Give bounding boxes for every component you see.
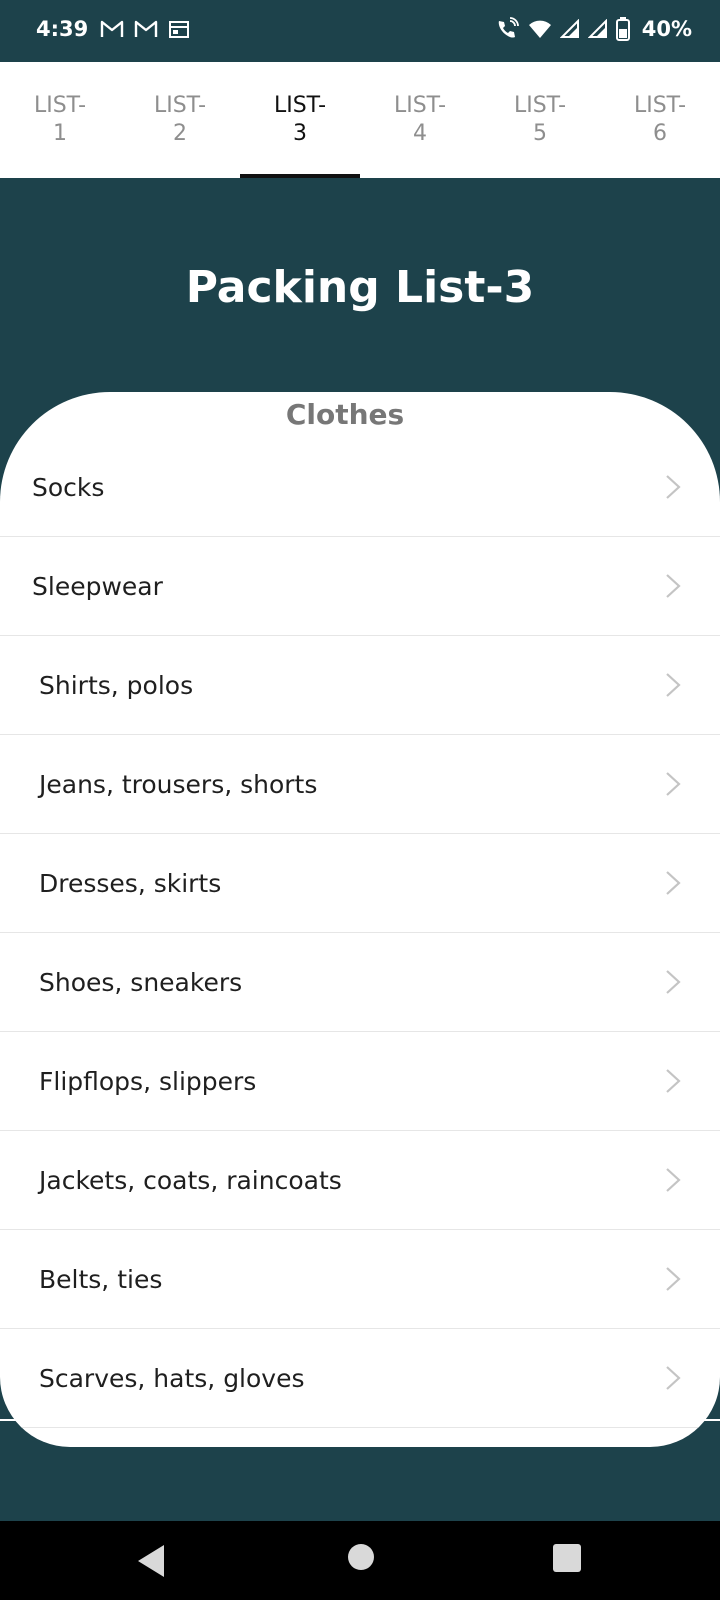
chevron-right-icon: [666, 871, 681, 895]
system-nav-bar: [0, 1521, 720, 1600]
tab-label-line2: 5: [533, 121, 547, 146]
list-item-label: Belts, ties: [39, 1265, 163, 1294]
list-item-label: Jackets, coats, raincoats: [39, 1166, 342, 1195]
gmail-icon: [100, 19, 124, 39]
list-item[interactable]: Flipflops, slippers: [0, 1032, 720, 1131]
chevron-right-icon: [666, 1366, 681, 1390]
notification-icons: [100, 19, 190, 39]
tab-label-line1: LIST-: [513, 93, 567, 118]
tab-label-line1: LIST-: [33, 93, 87, 118]
back-icon[interactable]: [134, 1543, 168, 1579]
tab-list-3[interactable]: LIST- 3: [240, 62, 360, 178]
list-item-label: Socks: [32, 473, 105, 502]
wifi-icon: [528, 19, 552, 39]
tab-label-line1: LIST-: [393, 93, 447, 118]
list-item-label: Sleepwear: [32, 572, 163, 601]
battery-icon: [615, 17, 630, 41]
system-icons: 40%: [494, 17, 692, 41]
list-item[interactable]: Belts, ties: [0, 1230, 720, 1329]
list-item-label: Scarves, hats, gloves: [39, 1364, 305, 1393]
tab-list-6[interactable]: LIST- 6: [600, 62, 720, 178]
chevron-right-icon: [666, 673, 681, 697]
chevron-right-icon: [666, 772, 681, 796]
list-item[interactable]: Jeans, trousers, shorts: [0, 735, 720, 834]
chevron-right-icon: [666, 475, 681, 499]
packing-list-card: Clothes Socks Sleepwear Shirts, polos Je…: [0, 392, 720, 1447]
tab-list-5[interactable]: LIST- 5: [480, 62, 600, 178]
battery-percent: 40%: [641, 17, 692, 41]
tab-label-line1: LIST-: [273, 93, 327, 118]
list-item-label: Flipflops, slippers: [39, 1067, 257, 1096]
list-item-label: Shoes, sneakers: [39, 968, 243, 997]
tab-label-line2: 1: [53, 121, 67, 146]
tab-label-line2: 3: [293, 121, 307, 146]
signal-icon: [587, 19, 608, 39]
app-screen: 4:39 40% LIST- 1 LIST- 2 LIST- 3 LIST- 4…: [0, 0, 720, 1600]
list-item-label: Dresses, skirts: [39, 869, 222, 898]
tab-list-1[interactable]: LIST- 1: [0, 62, 120, 178]
chevron-right-icon: [666, 574, 681, 598]
gmail-icon: [134, 19, 158, 39]
home-icon[interactable]: [347, 1543, 375, 1571]
list-tab-bar: LIST- 1 LIST- 2 LIST- 3 LIST- 4 LIST- 5 …: [0, 62, 720, 178]
tab-list-2[interactable]: LIST- 2: [120, 62, 240, 178]
list-item[interactable]: Shoes, sneakers: [0, 933, 720, 1032]
calendar-icon: [168, 19, 190, 39]
chevron-right-icon: [666, 1168, 681, 1192]
status-bar: 4:39 40%: [0, 0, 720, 62]
list-item-label: Shirts, polos: [39, 671, 194, 700]
item-list: Socks Sleepwear Shirts, polos Jeans, tro…: [0, 438, 720, 1428]
tab-label-line2: 2: [173, 121, 187, 146]
chevron-right-icon: [666, 970, 681, 994]
list-item[interactable]: Dresses, skirts: [0, 834, 720, 933]
list-item[interactable]: Sleepwear: [0, 537, 720, 636]
chevron-right-icon: [666, 1069, 681, 1093]
list-item[interactable]: Socks: [0, 438, 720, 537]
status-time: 4:39: [36, 17, 89, 41]
tab-label-line1: LIST-: [633, 93, 687, 118]
list-item[interactable]: Shirts, polos: [0, 636, 720, 735]
recents-icon[interactable]: [552, 1543, 582, 1573]
tab-label-line2: 6: [653, 121, 667, 146]
signal-icon: [559, 19, 580, 39]
section-title: Clothes: [285, 398, 405, 431]
chevron-right-icon: [666, 1267, 681, 1291]
list-item-label: Jeans, trousers, shorts: [39, 770, 318, 799]
tab-label-line1: LIST-: [153, 93, 207, 118]
wifi-calling-icon: [494, 17, 520, 41]
tab-label-line2: 4: [413, 121, 427, 146]
tab-list-4[interactable]: LIST- 4: [360, 62, 480, 178]
list-item[interactable]: Scarves, hats, gloves: [0, 1329, 720, 1428]
page-title: Packing List-3: [185, 262, 535, 313]
list-item[interactable]: Jackets, coats, raincoats: [0, 1131, 720, 1230]
